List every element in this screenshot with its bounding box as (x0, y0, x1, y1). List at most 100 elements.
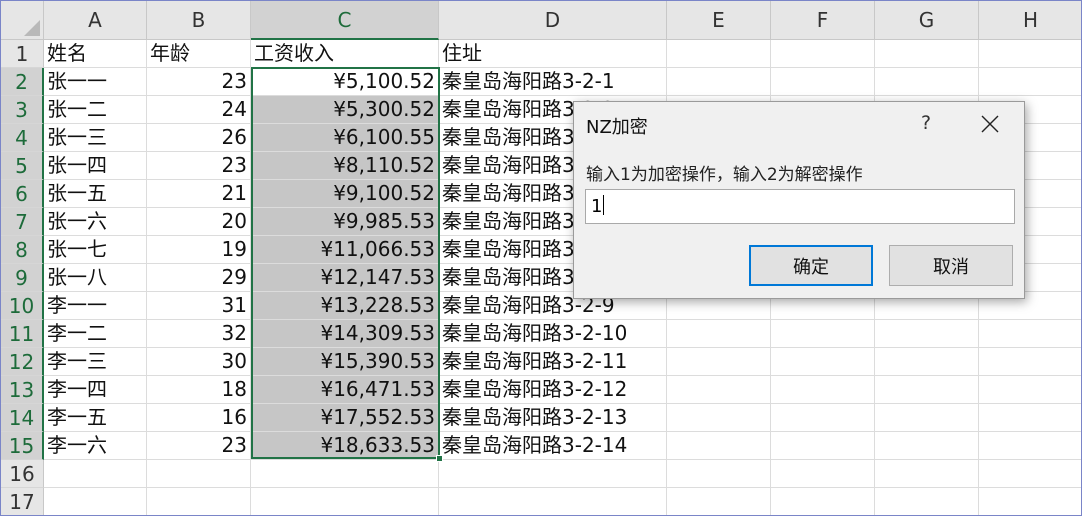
close-button[interactable] (972, 106, 1008, 140)
cell-address[interactable]: 秦皇岛海阳路3-2-10 (439, 320, 667, 348)
cell-salary[interactable]: ¥9,100.52 (251, 180, 439, 208)
cell-empty[interactable] (979, 432, 1081, 460)
row-header-12[interactable]: 12 (1, 348, 44, 376)
cell-name[interactable] (44, 488, 147, 515)
cell-empty[interactable] (667, 404, 771, 432)
cell-age[interactable]: 26 (147, 124, 251, 152)
column-header-a[interactable]: A (44, 1, 147, 40)
row-header-6[interactable]: 6 (1, 180, 44, 208)
column-header-b[interactable]: B (147, 1, 251, 40)
cell-salary[interactable]: ¥8,110.52 (251, 152, 439, 180)
cell-name[interactable]: 李一三 (44, 348, 147, 376)
row-header-15[interactable]: 15 (1, 432, 44, 460)
cell-empty[interactable] (667, 40, 771, 68)
cell-name[interactable]: 李一四 (44, 376, 147, 404)
cell-empty[interactable] (875, 404, 979, 432)
cell-salary[interactable]: ¥17,552.53 (251, 404, 439, 432)
column-header-g[interactable]: G (875, 1, 979, 40)
cell-salary[interactable]: ¥12,147.53 (251, 264, 439, 292)
cell-name[interactable]: 张一一 (44, 68, 147, 96)
cell-empty[interactable] (667, 68, 771, 96)
cell-empty[interactable] (979, 348, 1081, 376)
select-all-corner[interactable] (1, 1, 44, 40)
cell-age[interactable] (147, 460, 251, 488)
cell-salary[interactable]: ¥9,985.53 (251, 208, 439, 236)
row-header-2[interactable]: 2 (1, 68, 44, 96)
row-header-8[interactable]: 8 (1, 236, 44, 264)
cell-empty[interactable] (667, 348, 771, 376)
column-header-f[interactable]: F (771, 1, 875, 40)
row-header-7[interactable]: 7 (1, 208, 44, 236)
cell-age[interactable]: 20 (147, 208, 251, 236)
cell-empty[interactable] (667, 460, 771, 488)
cell-name[interactable]: 张一二 (44, 96, 147, 124)
cell-age[interactable]: 32 (147, 320, 251, 348)
cell-age[interactable]: 29 (147, 264, 251, 292)
cell-empty[interactable] (875, 320, 979, 348)
cell-salary[interactable]: ¥5,300.52 (251, 96, 439, 124)
cell-age[interactable]: 16 (147, 404, 251, 432)
cell-empty[interactable] (771, 68, 875, 96)
cell-age[interactable]: 19 (147, 236, 251, 264)
cell-empty[interactable] (875, 488, 979, 515)
cell-name[interactable]: 李一一 (44, 292, 147, 320)
cell-salary[interactable]: ¥14,309.53 (251, 320, 439, 348)
column-header-d[interactable]: D (439, 1, 667, 40)
cell-empty[interactable] (979, 404, 1081, 432)
cell-address[interactable]: 秦皇岛海阳路3-2-14 (439, 432, 667, 460)
row-header-9[interactable]: 9 (1, 264, 44, 292)
column-header-e[interactable]: E (667, 1, 771, 40)
cell-empty[interactable] (667, 488, 771, 515)
cell-age[interactable]: 31 (147, 292, 251, 320)
row-header-1[interactable]: 1 (1, 40, 44, 68)
help-button[interactable]: ? (910, 106, 942, 140)
header-cell-name[interactable]: 姓名 (44, 40, 147, 68)
cell-salary[interactable]: ¥5,100.52 (251, 68, 439, 96)
cell-name[interactable] (44, 460, 147, 488)
cell-address[interactable]: 秦皇岛海阳路3-2-1 (439, 68, 667, 96)
cell-name[interactable]: 李一二 (44, 320, 147, 348)
header-cell-salary[interactable]: 工资收入 (251, 40, 439, 68)
cell-empty[interactable] (667, 432, 771, 460)
row-header-5[interactable]: 5 (1, 152, 44, 180)
cell-empty[interactable] (875, 376, 979, 404)
cell-age[interactable]: 18 (147, 376, 251, 404)
cell-address[interactable] (439, 460, 667, 488)
row-header-17[interactable]: 17 (1, 488, 44, 515)
cell-salary[interactable] (251, 460, 439, 488)
cell-empty[interactable] (979, 488, 1081, 515)
cancel-button[interactable]: 取消 (889, 245, 1013, 286)
cell-name[interactable]: 张一六 (44, 208, 147, 236)
header-cell-address[interactable]: 住址 (439, 40, 667, 68)
cell-age[interactable]: 21 (147, 180, 251, 208)
cell-salary[interactable]: ¥18,633.53 (251, 432, 439, 460)
cell-empty[interactable] (771, 348, 875, 376)
cell-age[interactable] (147, 488, 251, 515)
cell-age[interactable]: 24 (147, 96, 251, 124)
cell-empty[interactable] (979, 460, 1081, 488)
cell-name[interactable]: 张一七 (44, 236, 147, 264)
cell-empty[interactable] (771, 40, 875, 68)
cell-empty[interactable] (771, 460, 875, 488)
cell-empty[interactable] (875, 460, 979, 488)
cell-name[interactable]: 张一三 (44, 124, 147, 152)
cell-empty[interactable] (979, 40, 1081, 68)
cell-name[interactable]: 李一五 (44, 404, 147, 432)
cell-salary[interactable]: ¥6,100.55 (251, 124, 439, 152)
cell-name[interactable]: 李一六 (44, 432, 147, 460)
cell-salary[interactable] (251, 488, 439, 515)
row-header-11[interactable]: 11 (1, 320, 44, 348)
cell-empty[interactable] (771, 404, 875, 432)
cell-age[interactable]: 23 (147, 68, 251, 96)
cell-salary[interactable]: ¥13,228.53 (251, 292, 439, 320)
cell-empty[interactable] (979, 68, 1081, 96)
operation-input[interactable]: 1 (585, 189, 1015, 224)
cell-empty[interactable] (875, 68, 979, 96)
cell-empty[interactable] (979, 376, 1081, 404)
cell-age[interactable]: 23 (147, 432, 251, 460)
cell-salary[interactable]: ¥16,471.53 (251, 376, 439, 404)
cell-empty[interactable] (875, 432, 979, 460)
cell-age[interactable]: 23 (147, 152, 251, 180)
cell-name[interactable]: 张一五 (44, 180, 147, 208)
cell-address[interactable]: 秦皇岛海阳路3-2-13 (439, 404, 667, 432)
